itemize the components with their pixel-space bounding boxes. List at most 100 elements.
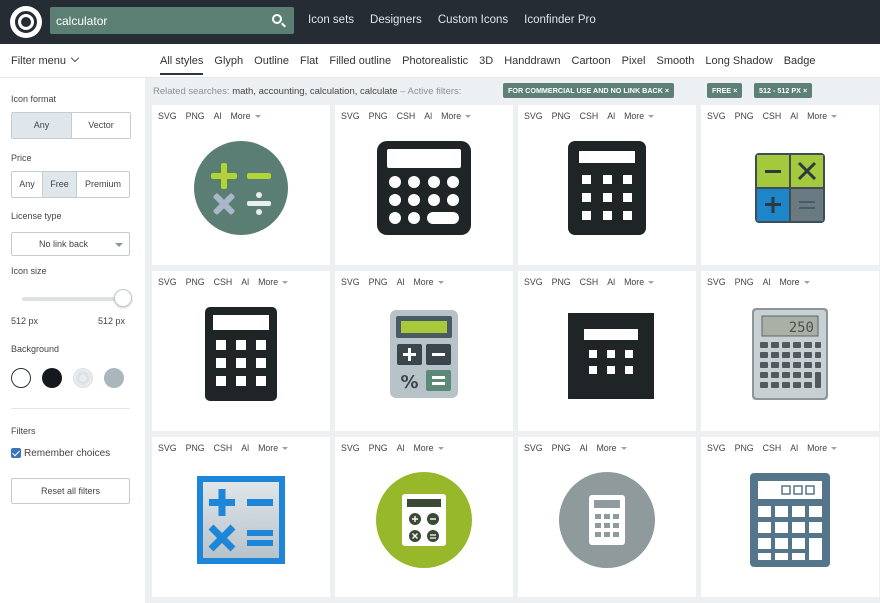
format-link[interactable]: CSH bbox=[763, 111, 782, 121]
search-icon[interactable] bbox=[272, 14, 282, 24]
search-box[interactable] bbox=[50, 7, 294, 34]
tab-badge[interactable]: Badge bbox=[784, 55, 816, 75]
format-link[interactable]: PNG bbox=[552, 443, 571, 453]
more-dropdown[interactable]: More bbox=[807, 443, 837, 453]
slider-handle[interactable] bbox=[114, 289, 132, 307]
nav-designers[interactable]: Designers bbox=[370, 14, 422, 26]
format-link[interactable]: PNG bbox=[186, 443, 205, 453]
more-dropdown[interactable]: More bbox=[258, 443, 288, 453]
tab-outline[interactable]: Outline bbox=[254, 55, 289, 75]
format-link[interactable]: SVG bbox=[158, 111, 177, 121]
format-link[interactable]: PNG bbox=[369, 111, 388, 121]
format-link[interactable]: CSH bbox=[214, 277, 233, 287]
format-link[interactable]: SVG bbox=[341, 111, 360, 121]
format-link[interactable]: Al bbox=[763, 277, 771, 287]
icon-size-slider[interactable] bbox=[22, 297, 128, 301]
format-link[interactable]: PNG bbox=[552, 277, 571, 287]
icon-card[interactable]: SVG PNG Al More bbox=[152, 105, 330, 265]
format-link[interactable]: Al bbox=[607, 277, 615, 287]
format-link[interactable]: Al bbox=[214, 111, 222, 121]
format-any-button[interactable]: Any bbox=[12, 113, 72, 138]
format-link[interactable]: PNG bbox=[186, 277, 205, 287]
tab-cartoon[interactable]: Cartoon bbox=[572, 55, 611, 75]
format-link[interactable]: CSH bbox=[214, 443, 233, 453]
bg-gray-swatch[interactable] bbox=[104, 368, 124, 388]
icon-card[interactable]: SVG PNG Al More % bbox=[335, 271, 513, 431]
icon-card[interactable]: SVG PNG Al More 250 bbox=[701, 271, 879, 431]
format-link[interactable]: CSH bbox=[763, 443, 782, 453]
format-link[interactable]: SVG bbox=[341, 277, 360, 287]
tab-3d[interactable]: 3D bbox=[479, 55, 493, 75]
more-dropdown[interactable]: More bbox=[624, 277, 654, 287]
format-link[interactable]: Al bbox=[397, 443, 405, 453]
format-link[interactable]: Al bbox=[790, 111, 798, 121]
format-link[interactable]: SVG bbox=[158, 443, 177, 453]
more-dropdown[interactable]: More bbox=[230, 111, 260, 121]
icon-card[interactable]: SVG PNG CSH Al More bbox=[701, 437, 879, 597]
format-link[interactable]: CSH bbox=[580, 277, 599, 287]
nav-icon-sets[interactable]: Icon sets bbox=[308, 14, 354, 26]
bg-black-swatch[interactable] bbox=[42, 368, 62, 388]
price-premium-button[interactable]: Premium bbox=[77, 172, 129, 197]
active-filter-commercial[interactable]: FOR COMMERCIAL USE AND NO LINK BACK × bbox=[503, 83, 675, 98]
bg-light-pattern-swatch[interactable] bbox=[73, 368, 93, 388]
format-link[interactable]: Al bbox=[241, 277, 249, 287]
icon-card[interactable]: SVG PNG CSH Al More bbox=[518, 105, 696, 265]
more-dropdown[interactable]: More bbox=[596, 443, 626, 453]
format-link[interactable]: CSH bbox=[397, 111, 416, 121]
format-link[interactable]: SVG bbox=[707, 277, 726, 287]
format-link[interactable]: SVG bbox=[158, 277, 177, 287]
format-link[interactable]: Al bbox=[580, 443, 588, 453]
icon-card[interactable]: SVG PNG CSH Al More bbox=[152, 271, 330, 431]
more-dropdown[interactable]: More bbox=[441, 111, 471, 121]
format-link[interactable]: PNG bbox=[552, 111, 571, 121]
format-link[interactable]: Al bbox=[424, 111, 432, 121]
format-link[interactable]: SVG bbox=[707, 111, 726, 121]
format-link[interactable]: PNG bbox=[369, 443, 388, 453]
format-link[interactable]: Al bbox=[607, 111, 615, 121]
price-free-button[interactable]: Free bbox=[43, 172, 77, 197]
more-dropdown[interactable]: More bbox=[624, 111, 654, 121]
format-link[interactable]: PNG bbox=[369, 277, 388, 287]
reset-filters-button[interactable]: Reset all filters bbox=[11, 478, 130, 504]
format-link[interactable]: PNG bbox=[735, 443, 754, 453]
icon-card[interactable]: SVG PNG CSH Al More bbox=[335, 105, 513, 265]
format-link[interactable]: Al bbox=[397, 277, 405, 287]
format-link[interactable]: SVG bbox=[341, 443, 360, 453]
format-link[interactable]: PNG bbox=[186, 111, 205, 121]
tab-photorealistic[interactable]: Photorealistic bbox=[402, 55, 468, 75]
remember-choices-checkbox[interactable] bbox=[11, 448, 21, 458]
format-link[interactable]: SVG bbox=[524, 111, 543, 121]
icon-card[interactable]: SVG PNG CSH Al More bbox=[152, 437, 330, 597]
price-any-button[interactable]: Any bbox=[12, 172, 43, 197]
more-dropdown[interactable]: More bbox=[258, 277, 288, 287]
tab-all-styles[interactable]: All styles bbox=[160, 55, 204, 75]
bg-white-swatch[interactable] bbox=[11, 368, 31, 388]
more-dropdown[interactable]: More bbox=[779, 277, 809, 287]
icon-card[interactable]: SVG PNG Al More bbox=[335, 437, 513, 597]
search-input[interactable] bbox=[50, 7, 260, 34]
tab-pixel[interactable]: Pixel bbox=[622, 55, 646, 75]
more-dropdown[interactable]: More bbox=[413, 277, 443, 287]
tab-smooth[interactable]: Smooth bbox=[656, 55, 694, 75]
format-link[interactable]: PNG bbox=[735, 277, 754, 287]
format-link[interactable]: PNG bbox=[735, 111, 754, 121]
format-link[interactable]: Al bbox=[790, 443, 798, 453]
tab-filled-outline[interactable]: Filled outline bbox=[329, 55, 391, 75]
more-dropdown[interactable]: More bbox=[413, 443, 443, 453]
tab-handdrawn[interactable]: Handdrawn bbox=[504, 55, 560, 75]
tab-glyph[interactable]: Glyph bbox=[214, 55, 243, 75]
format-link[interactable]: SVG bbox=[524, 443, 543, 453]
tab-long-shadow[interactable]: Long Shadow bbox=[705, 55, 772, 75]
related-keywords[interactable]: math, accounting, calculation, calculate bbox=[232, 86, 397, 97]
icon-card[interactable]: SVG PNG CSH Al More bbox=[701, 105, 879, 265]
format-link[interactable]: SVG bbox=[524, 277, 543, 287]
active-filter-free[interactable]: FREE × bbox=[707, 83, 743, 98]
filter-menu-toggle[interactable]: Filter menu bbox=[11, 53, 80, 67]
icon-card[interactable]: SVG PNG Al More bbox=[518, 437, 696, 597]
format-link[interactable]: CSH bbox=[580, 111, 599, 121]
more-dropdown[interactable]: More bbox=[807, 111, 837, 121]
active-filter-size[interactable]: 512 - 512 PX × bbox=[754, 83, 813, 98]
icon-card[interactable]: SVG PNG CSH Al More bbox=[518, 271, 696, 431]
format-link[interactable]: Al bbox=[241, 443, 249, 453]
